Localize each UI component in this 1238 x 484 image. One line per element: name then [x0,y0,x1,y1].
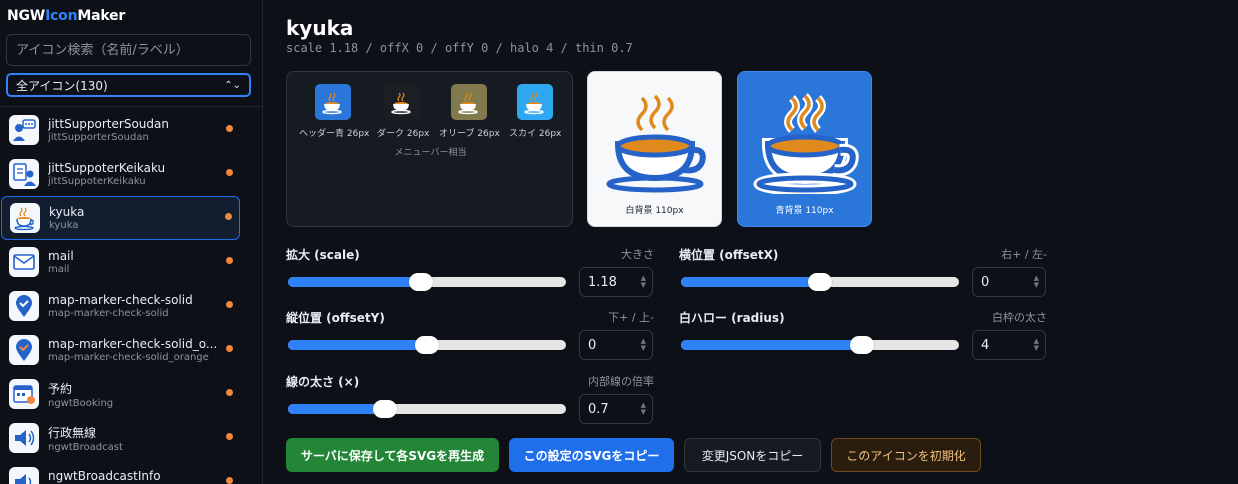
offsetx-number-input[interactable]: 0 ▲ ▼ [972,267,1046,297]
person-chat-icon [9,115,39,145]
preview-label: ヘッダー青 26px [299,129,370,139]
map-marker-check-icon [9,291,39,321]
map-marker-check-orange-icon [9,335,39,365]
modified-dot [226,301,233,308]
white-preview-caption: 白背景 110px [625,206,684,216]
list-item[interactable]: ngwtBroadcastInfongwtBroadcastInfo [1,460,262,484]
copy-json-button[interactable]: 変更JSONをコピー [684,438,821,472]
thin-slider[interactable] [288,404,566,414]
large-preview-blue: 青背景 110px [737,71,872,227]
reset-icon-button[interactable]: このアイコンを初期化 [831,438,981,472]
thin-control: 線の太さ (×) 内部線の倍率 0.7 ▲ ▼ [286,373,654,425]
halo-slider[interactable] [681,340,959,350]
preview-label: オリーブ 26px [439,129,500,139]
modified-dot [226,345,233,352]
halo-slider-thumb[interactable] [849,336,874,354]
preview-dark [384,84,420,120]
stepper-icon: ▲ ▼ [640,401,646,416]
list-item[interactable]: map-marker-check-solid map-marker-check-s… [1,284,262,328]
preview-sky [517,84,553,120]
person-clipboard-icon [9,159,39,189]
envelope-icon [9,247,39,277]
copy-svg-button[interactable]: この設定のSVGをコピー [509,438,674,472]
coffee-cup-icon [524,92,544,115]
offsety-number-input[interactable]: 0 ▲ ▼ [579,330,653,360]
thin-slider-thumb[interactable] [373,400,398,418]
preview-label: ダーク 26px [377,129,430,139]
halo-control: 白ハロー (radius) 白枠の太さ 4 ▲ ▼ [679,309,1047,361]
offsety-slider-thumb[interactable] [415,336,439,354]
coffee-cup-icon [458,92,478,115]
thin-number-input[interactable]: 0.7 ▲ ▼ [579,394,653,424]
sidebar: NGWIconMaker 全アイコン(130) ⌃⌄ jittSupporter… [0,0,263,484]
app-brand: NGWIconMaker [7,8,126,24]
preview-olive [451,84,487,120]
icon-list: jittSupporterSoudan jittSupporterSoudan j… [0,108,262,484]
list-item[interactable]: 行政無線 ngwtBroadcast [1,416,262,460]
list-item[interactable]: jittSuppoterKeikaku jittSuppoterKeikaku [1,152,262,196]
coffee-cup-icon [10,203,40,233]
search-input[interactable] [6,34,251,66]
preview-header-blue [315,84,351,120]
offsety-control: 縦位置 (offsetY) 下+ / 上- 0 ▲ ▼ [286,309,654,361]
halo-number-input[interactable]: 4 ▲ ▼ [972,330,1046,360]
page-title: kyuka [286,16,354,40]
scale-number-input[interactable]: 1.18 ▲ ▼ [579,267,653,297]
scale-control: 拡大 (scale) 大きさ 1.18 ▲ ▼ [286,246,654,298]
speaker-icon [9,423,39,453]
small-preview-panel: ヘッダー青 26px ダーク 26px オリーブ 26px スカイ 26px メ… [286,71,573,227]
list-item[interactable]: 予約 ngwtBooking [1,372,262,416]
modified-dot [226,169,233,176]
list-item[interactable]: map-marker-check-solid_o... map-marker-ch… [1,328,262,372]
modified-dot [226,433,233,440]
coffee-cup-icon [753,93,859,196]
scale-slider-thumb[interactable] [409,273,434,291]
stepper-icon: ▲ ▼ [1033,274,1039,289]
list-item[interactable]: mail mail [1,240,262,284]
stepper-icon: ▲ ▼ [640,337,646,352]
coffee-cup-icon [606,94,706,193]
offsetx-control: 横位置 (offsetX) 右+ / 左- 0 ▲ ▼ [679,246,1047,298]
modified-dot [226,477,233,484]
list-item[interactable]: kyuka kyuka [1,196,240,240]
preview-label: スカイ 26px [509,129,562,139]
stepper-icon: ▲ ▼ [640,274,646,289]
save-regenerate-button[interactable]: サーバに保存して各SVGを再生成 [286,438,499,472]
settings-summary: scale 1.18 / offX 0 / offY 0 / halo 4 / … [286,41,633,55]
modified-dot [226,389,233,396]
coffee-cup-icon [322,92,342,115]
speaker-info-icon [9,467,39,484]
offsetx-slider-thumb[interactable] [808,273,832,291]
calendar-person-icon [9,379,39,409]
sidebar-divider [0,106,262,107]
select-chevron-icon: ⌃⌄ [224,79,241,91]
main-panel: kyuka scale 1.18 / offX 0 / offY 0 / hal… [264,0,1238,484]
menubar-caption: メニューバー相当 [394,148,467,158]
coffee-cup-icon [391,92,411,115]
large-preview-white: 白背景 110px [587,71,722,227]
modified-dot [226,125,233,132]
modified-dot [226,257,233,264]
modified-dot [225,213,232,220]
blue-preview-caption: 青背景 110px [775,206,834,216]
icon-filter-select[interactable]: 全アイコン(130) ⌃⌄ [6,73,251,97]
stepper-icon: ▲ ▼ [1033,337,1039,352]
list-item[interactable]: jittSupporterSoudan jittSupporterSoudan [1,108,262,152]
filter-selected-value: 全アイコン(130) [16,78,108,93]
